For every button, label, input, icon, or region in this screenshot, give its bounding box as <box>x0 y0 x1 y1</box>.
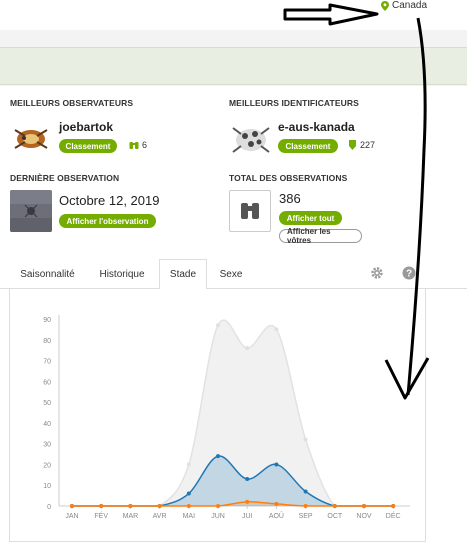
y-tick-label: 50 <box>43 400 51 407</box>
orange-series-point <box>128 504 133 508</box>
binoculars-icon <box>129 142 139 149</box>
y-tick-label: 90 <box>43 317 51 324</box>
x-tick-label: JUN <box>211 513 225 520</box>
identifier-avatar[interactable] <box>229 118 271 160</box>
y-tick-label: 60 <box>43 379 51 386</box>
y-tick-label: 40 <box>43 421 51 428</box>
y-tick-label: 0 <box>47 504 51 511</box>
binoculars-icon <box>241 203 259 219</box>
svg-text:?: ? <box>406 269 412 280</box>
y-tick-label: 10 <box>43 483 51 490</box>
x-tick-label: AVR <box>153 513 167 520</box>
map-pin-icon <box>381 0 389 11</box>
x-tick-label: DÉC <box>386 511 401 520</box>
orange-series-point <box>245 499 250 504</box>
y-tick-label: 30 <box>43 442 51 449</box>
orange-series-point <box>216 504 220 508</box>
life-stage-chart: 0 10 20 30 40 50 60 70 80 90 JAN FÉV MAR AVR MAI JUN JUI… <box>43 315 410 520</box>
blue-series-point <box>274 462 279 467</box>
x-tick-label: SEP <box>299 513 313 520</box>
observer-count-value: 6 <box>142 140 148 150</box>
last-observation-title: DERNIÈRE OBSERVATION <box>10 173 120 183</box>
view-yours-button[interactable]: Afficher les vôtres <box>279 227 362 245</box>
view-all-button[interactable]: Afficher tout <box>279 211 342 225</box>
tab-history[interactable]: Historique <box>87 259 157 289</box>
x-tick-label: MAI <box>183 513 196 520</box>
total-observations-count: 386 <box>279 191 301 206</box>
observers-ranking-button[interactable]: Classement <box>59 139 117 153</box>
observer-count: 6 <box>129 140 147 150</box>
gear-icon[interactable] <box>370 266 384 280</box>
orange-series-point <box>70 504 74 508</box>
taxon-banner <box>0 47 467 85</box>
x-tick-label: JUI <box>242 513 253 520</box>
blue-series-point <box>303 489 308 494</box>
y-tick-label: 20 <box>43 462 51 469</box>
help-icon[interactable]: ? <box>402 266 416 280</box>
badge-icon <box>349 140 356 150</box>
x-tick-label: MAR <box>123 513 139 520</box>
blue-series-point <box>186 491 191 496</box>
gray-series-point <box>274 327 279 332</box>
location-label: Canada <box>392 0 428 11</box>
top-identifier-name[interactable]: e-aus-kanada <box>278 120 355 134</box>
observations-box <box>229 190 271 232</box>
x-tick-label: OCT <box>327 513 343 520</box>
y-tick-label: 80 <box>43 338 51 345</box>
tab-seasonality[interactable]: Saisonnalité <box>10 259 85 289</box>
orange-series-point <box>362 504 366 508</box>
orange-series-point <box>99 504 104 508</box>
tab-sex[interactable]: Sexe <box>209 259 253 289</box>
identifier-count: 227 <box>348 140 375 150</box>
orange-series-point <box>332 504 337 508</box>
x-tick-label: NOV <box>356 513 372 520</box>
chart-container: 0 10 20 30 40 50 60 70 80 90 JAN FÉV MAR AVR MAI JUN JUI… <box>9 289 426 542</box>
blue-series-point <box>216 454 220 459</box>
gray-series-point <box>303 437 308 442</box>
view-observation-button[interactable]: Afficher l'observation <box>59 214 156 228</box>
orange-series-point <box>157 504 162 508</box>
location-filter[interactable]: Canada <box>381 0 427 11</box>
orange-series-point <box>391 504 396 508</box>
last-observation-photo[interactable] <box>10 190 52 232</box>
top-observers-title: MEILLEURS OBSERVATEURS <box>10 98 134 108</box>
identifier-count-value: 227 <box>360 140 376 150</box>
orange-series-point <box>186 504 191 508</box>
last-observation-date: Octobre 12, 2019 <box>59 193 160 208</box>
observer-avatar[interactable] <box>10 118 52 160</box>
total-observations-title: TOTAL DES OBSERVATIONS <box>229 173 348 183</box>
x-tick-label: JAN <box>65 513 78 520</box>
blue-series-point <box>245 476 250 481</box>
top-identifiers-title: MEILLEURS IDENTIFICATEURS <box>229 98 359 108</box>
x-tick-label: FÉV <box>94 511 108 520</box>
gray-series-point <box>216 323 220 328</box>
orange-series-point <box>303 504 308 508</box>
top-observer-name[interactable]: joebartok <box>59 120 113 134</box>
identifiers-ranking-button[interactable]: Classement <box>278 139 338 153</box>
orange-series-point <box>274 501 279 506</box>
gray-series-point <box>186 462 191 467</box>
x-tick-label: AOÛ <box>269 511 284 520</box>
gray-series-point <box>245 346 250 351</box>
tab-life-stage[interactable]: Stade <box>159 259 207 290</box>
y-tick-label: 70 <box>43 359 51 366</box>
